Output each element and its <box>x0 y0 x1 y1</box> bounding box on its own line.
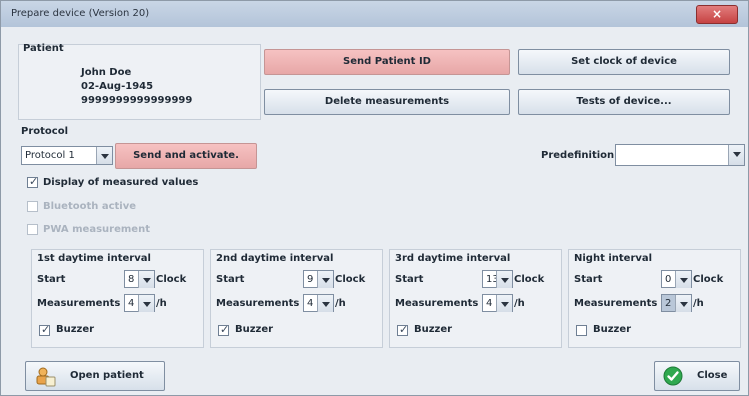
close-icon: × <box>711 7 723 21</box>
interval-1st-daytime: 1st daytime interval Start 8 Clock Measu… <box>31 249 204 348</box>
buzzer-label: Buzzer <box>593 324 632 335</box>
interval-2nd-daytime: 2nd daytime interval Start 9 Clock Measu… <box>210 249 383 348</box>
start-hour-value: 8 <box>128 274 135 285</box>
measurements-per-hour-select[interactable]: 4 <box>303 294 334 312</box>
start-label: Start <box>395 274 424 285</box>
chevron-down-icon <box>675 295 691 312</box>
buzzer-checkbox[interactable] <box>576 325 587 336</box>
measurements-label: Measurements <box>395 298 479 309</box>
chevron-down-icon <box>96 147 112 164</box>
buzzer-label: Buzzer <box>235 324 274 335</box>
chevron-down-icon <box>138 271 154 288</box>
chevron-down-icon <box>138 295 154 312</box>
patient-birth-date: 02-Aug-1945 <box>81 81 154 92</box>
display-measured-checkbox[interactable] <box>27 175 38 188</box>
send-patient-id-button[interactable]: Send Patient ID <box>264 49 510 75</box>
start-hour-select[interactable]: 0 <box>661 270 692 288</box>
start-label: Start <box>37 274 66 285</box>
chevron-down-icon <box>317 295 333 312</box>
per-hour-label: /h <box>335 298 346 309</box>
user-folder-icon <box>36 367 56 387</box>
patient-section-label: Patient <box>23 43 64 54</box>
patient-panel: Patient John Doe 02-Aug-1945 99999999999… <box>18 43 261 120</box>
start-hour-select[interactable]: 13 <box>482 270 513 288</box>
set-clock-button[interactable]: Set clock of device <box>518 49 730 75</box>
title-bar: Prepare device (Version 20) × <box>1 1 748 27</box>
display-measured-label: Display of measured values <box>43 177 199 188</box>
close-label: Close <box>697 370 728 381</box>
patient-name: John Doe <box>81 67 132 78</box>
measurements-value: 4 <box>486 298 493 309</box>
bluetooth-checkbox <box>27 201 38 212</box>
pwa-checkbox <box>27 224 38 235</box>
interval-title: 1st daytime interval <box>37 253 151 264</box>
interval-title: 2nd daytime interval <box>216 253 334 264</box>
start-hour-value: 0 <box>665 274 672 285</box>
start-hour-select[interactable]: 8 <box>124 270 155 288</box>
start-label: Start <box>216 274 245 285</box>
predefinition-select[interactable] <box>615 144 745 166</box>
bluetooth-label: Bluetooth active <box>43 201 137 212</box>
buzzer-checkbox[interactable] <box>397 323 408 336</box>
clock-label: Clock <box>335 274 366 285</box>
buzzer-checkbox[interactable] <box>218 323 229 336</box>
buzzer-label: Buzzer <box>56 324 95 335</box>
chevron-down-icon <box>675 271 691 288</box>
predefinition-label: Predefinition <box>541 150 615 161</box>
clock-label: Clock <box>156 274 187 285</box>
measurements-per-hour-select[interactable]: 2 <box>661 294 692 312</box>
tests-of-device-button[interactable]: Tests of device... <box>518 89 730 115</box>
delete-measurements-button[interactable]: Delete measurements <box>264 89 510 115</box>
start-hour-value: 9 <box>307 274 314 285</box>
clock-label: Clock <box>693 274 724 285</box>
measurements-value: 4 <box>307 298 314 309</box>
measurements-value: 4 <box>128 298 135 309</box>
pwa-label: PWA measurement <box>43 224 150 235</box>
interval-title: Night interval <box>574 253 653 264</box>
protocol-select-value: Protocol 1 <box>25 150 75 161</box>
start-hour-select[interactable]: 9 <box>303 270 334 288</box>
close-button[interactable]: Close <box>654 361 740 391</box>
measurements-label: Measurements <box>37 298 121 309</box>
per-hour-label: /h <box>514 298 525 309</box>
measurements-label: Measurements <box>574 298 658 309</box>
prepare-device-dialog: Prepare device (Version 20) × Patient Jo… <box>0 0 749 396</box>
open-patient-button[interactable]: Open patient <box>25 361 165 391</box>
protocol-select[interactable]: Protocol 1 <box>21 146 113 165</box>
send-and-activate-button[interactable]: Send and activate. <box>115 143 257 169</box>
measurements-per-hour-select[interactable]: 4 <box>482 294 513 312</box>
open-patient-label: Open patient <box>70 370 144 381</box>
start-label: Start <box>574 274 603 285</box>
per-hour-label: /h <box>693 298 704 309</box>
chevron-down-icon <box>496 271 512 288</box>
window-close-button[interactable]: × <box>696 5 738 24</box>
chevron-down-icon <box>728 145 744 165</box>
interval-night: Night interval Start 0 Clock Measurement… <box>568 249 741 348</box>
measurements-label: Measurements <box>216 298 300 309</box>
window-title: Prepare device (Version 20) <box>11 8 150 19</box>
per-hour-label: /h <box>156 298 167 309</box>
chevron-down-icon <box>317 271 333 288</box>
check-circle-icon <box>663 366 683 386</box>
measurements-value: 2 <box>665 298 672 309</box>
chevron-down-icon <box>496 295 512 312</box>
patient-id-number: 9999999999999999 <box>81 95 193 106</box>
protocol-section-label: Protocol <box>21 126 69 137</box>
buzzer-checkbox[interactable] <box>39 323 50 336</box>
measurements-per-hour-select[interactable]: 4 <box>124 294 155 312</box>
clock-label: Clock <box>514 274 545 285</box>
interval-3rd-daytime: 3rd daytime interval Start 13 Clock Meas… <box>389 249 562 348</box>
buzzer-label: Buzzer <box>414 324 453 335</box>
interval-title: 3rd daytime interval <box>395 253 511 264</box>
